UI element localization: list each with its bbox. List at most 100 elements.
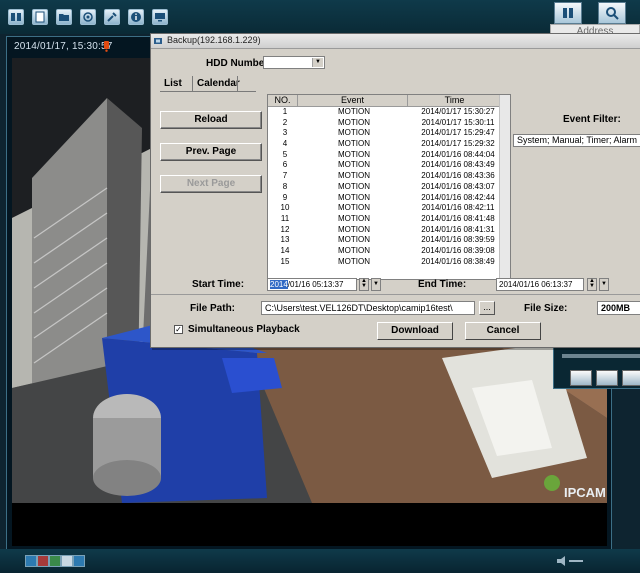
- row-event: MOTION: [338, 171, 370, 181]
- file-size-field[interactable]: 200MB: [597, 301, 640, 315]
- row-event: MOTION: [338, 245, 370, 255]
- tab-calendar[interactable]: Calendar: [197, 76, 240, 91]
- browse-button[interactable]: ...: [479, 301, 495, 315]
- table-row[interactable]: 6 MOTION 2014/01/16 08:43:49: [268, 160, 508, 171]
- row-time: 2014/01/16 08:43:49: [421, 160, 495, 170]
- row-no: 3: [282, 128, 288, 138]
- end-time-calendar-dropdown[interactable]: ▼: [599, 278, 609, 291]
- document-icon[interactable]: [32, 9, 48, 25]
- list-scrollbar[interactable]: [499, 95, 510, 279]
- search-icon: [606, 7, 619, 20]
- row-event: MOTION: [338, 128, 370, 138]
- table-row[interactable]: 14 MOTION 2014/01/16 08:39:08: [268, 246, 508, 257]
- network-icon[interactable]: [80, 9, 96, 25]
- simultaneous-playback-checkbox[interactable]: ✓: [174, 325, 183, 334]
- row-time: 2014/01/16 08:38:49: [421, 256, 495, 266]
- tab-list[interactable]: List: [164, 76, 182, 91]
- row-event: MOTION: [338, 149, 370, 159]
- grid-icon[interactable]: [622, 370, 640, 386]
- alert-icon: [104, 41, 109, 52]
- row-time: 2014/01/16 08:44:04: [421, 149, 495, 159]
- dialog-title: Backup(192.168.1.229): [167, 35, 261, 45]
- table-row[interactable]: 10 MOTION 2014/01/16 08:42:11: [268, 203, 508, 214]
- end-time-field[interactable]: 2014/01/16 06:13:37: [496, 278, 584, 291]
- start-time-spinner[interactable]: ▲ ▼: [359, 278, 369, 291]
- record-icon[interactable]: [570, 370, 592, 386]
- event-filter-field[interactable]: System; Manual; Timer; Alarm: [513, 134, 640, 147]
- row-no: 14: [280, 245, 290, 255]
- row-event: MOTION: [338, 203, 370, 213]
- video-timestamp: 2014/01/17, 15:30:57: [14, 41, 113, 52]
- status-camera-icon[interactable]: [25, 555, 37, 567]
- ptz-slider[interactable]: [562, 354, 640, 358]
- row-event: MOTION: [338, 235, 370, 245]
- event-list[interactable]: NO. Event Time 1 MOTION 2014/01/17 15:30:2…: [267, 94, 511, 280]
- chevron-down-icon: ▼: [312, 58, 323, 67]
- row-time: 2014/01/16 08:39:59: [421, 235, 495, 245]
- col-header-time[interactable]: Time: [408, 95, 502, 107]
- table-row[interactable]: 9 MOTION 2014/01/16 08:42:44: [268, 193, 508, 204]
- end-time-spinner[interactable]: ▲ ▼: [587, 278, 597, 291]
- hdd-number-label: HDD Number:: [206, 58, 272, 69]
- monitor-icon[interactable]: [152, 9, 168, 25]
- video-letterbox: [12, 503, 607, 546]
- folder-icon[interactable]: [56, 9, 72, 25]
- dialog-titlebar[interactable]: Backup(192.168.1.229): [151, 34, 640, 49]
- start-time-calendar-dropdown[interactable]: ▼: [371, 278, 381, 291]
- end-time-label: End Time:: [418, 279, 467, 290]
- status-screen-icon[interactable]: [61, 555, 73, 567]
- tab-divider: [192, 76, 193, 91]
- row-event: MOTION: [338, 213, 370, 223]
- volume-icon[interactable]: [555, 555, 585, 567]
- start-time-field[interactable]: 2014/01/16 05:13:37: [267, 278, 357, 291]
- col-header-no[interactable]: NO.: [268, 95, 298, 107]
- table-row[interactable]: 11 MOTION 2014/01/16 08:41:48: [268, 214, 508, 225]
- row-event: MOTION: [338, 107, 370, 116]
- row-event: MOTION: [338, 117, 370, 127]
- split-view-button[interactable]: [554, 2, 582, 24]
- table-row[interactable]: 4 MOTION 2014/01/17 15:29:32: [268, 139, 508, 150]
- table-row[interactable]: 8 MOTION 2014/01/16 08:43:07: [268, 182, 508, 193]
- row-time: 2014/01/16 08:39:08: [421, 245, 495, 255]
- row-time: 2014/01/16 08:43:36: [421, 171, 495, 181]
- info-icon[interactable]: [128, 9, 144, 25]
- event-filter-label: Event Filter:: [563, 114, 621, 125]
- file-path-label: File Path:: [190, 303, 236, 314]
- tools-icon[interactable]: [104, 9, 120, 25]
- download-button[interactable]: Download: [377, 322, 453, 340]
- table-row[interactable]: 1 MOTION 2014/01/17 15:30:27: [268, 107, 508, 118]
- start-time-rest: /01/16 05:13:37: [287, 280, 344, 289]
- simultaneous-playback-label: Simultaneous Playback: [188, 324, 300, 335]
- status-network-icon[interactable]: [49, 555, 61, 567]
- event-rows: 1 MOTION 2014/01/17 15:30:27 2 MOTION 2014/01…: [268, 107, 508, 267]
- file-path-field[interactable]: C:\Users\test.VEL126DT\Desktop\camip16te…: [261, 301, 475, 315]
- cancel-button[interactable]: Cancel: [465, 322, 541, 340]
- row-no: 5: [282, 149, 288, 159]
- reload-button[interactable]: Reload: [160, 111, 262, 129]
- search-button[interactable]: [598, 2, 626, 24]
- edit-icon[interactable]: [596, 370, 618, 386]
- next-page-button[interactable]: Next Page: [160, 175, 262, 193]
- table-row[interactable]: 12 MOTION 2014/01/16 08:41:31: [268, 225, 508, 236]
- table-row[interactable]: 15 MOTION 2014/01/16 08:38:49: [268, 257, 508, 268]
- status-settings-icon[interactable]: [73, 555, 85, 567]
- row-time: 2014/01/17 15:30:11: [421, 117, 495, 127]
- row-no: 7: [282, 171, 288, 181]
- row-no: 10: [280, 203, 290, 213]
- col-header-event[interactable]: Event: [298, 95, 408, 107]
- table-row[interactable]: 3 MOTION 2014/01/17 15:29:47: [268, 128, 508, 139]
- status-record-icon[interactable]: [37, 555, 49, 567]
- table-row[interactable]: 7 MOTION 2014/01/16 08:43:36: [268, 171, 508, 182]
- hdd-number-select[interactable]: ▼: [263, 56, 325, 69]
- layout-icon[interactable]: [8, 9, 24, 25]
- prev-page-button[interactable]: Prev. Page: [160, 143, 262, 161]
- table-row[interactable]: 2 MOTION 2014/01/17 15:30:11: [268, 118, 508, 129]
- row-event: MOTION: [338, 192, 370, 202]
- table-row[interactable]: 5 MOTION 2014/01/16 08:44:04: [268, 150, 508, 161]
- start-time-year: 2014: [270, 280, 288, 289]
- row-no: 8: [282, 181, 288, 191]
- row-event: MOTION: [338, 224, 370, 234]
- row-event: MOTION: [338, 256, 370, 266]
- row-no: 1: [282, 107, 288, 116]
- table-row[interactable]: 13 MOTION 2014/01/16 08:39:59: [268, 235, 508, 246]
